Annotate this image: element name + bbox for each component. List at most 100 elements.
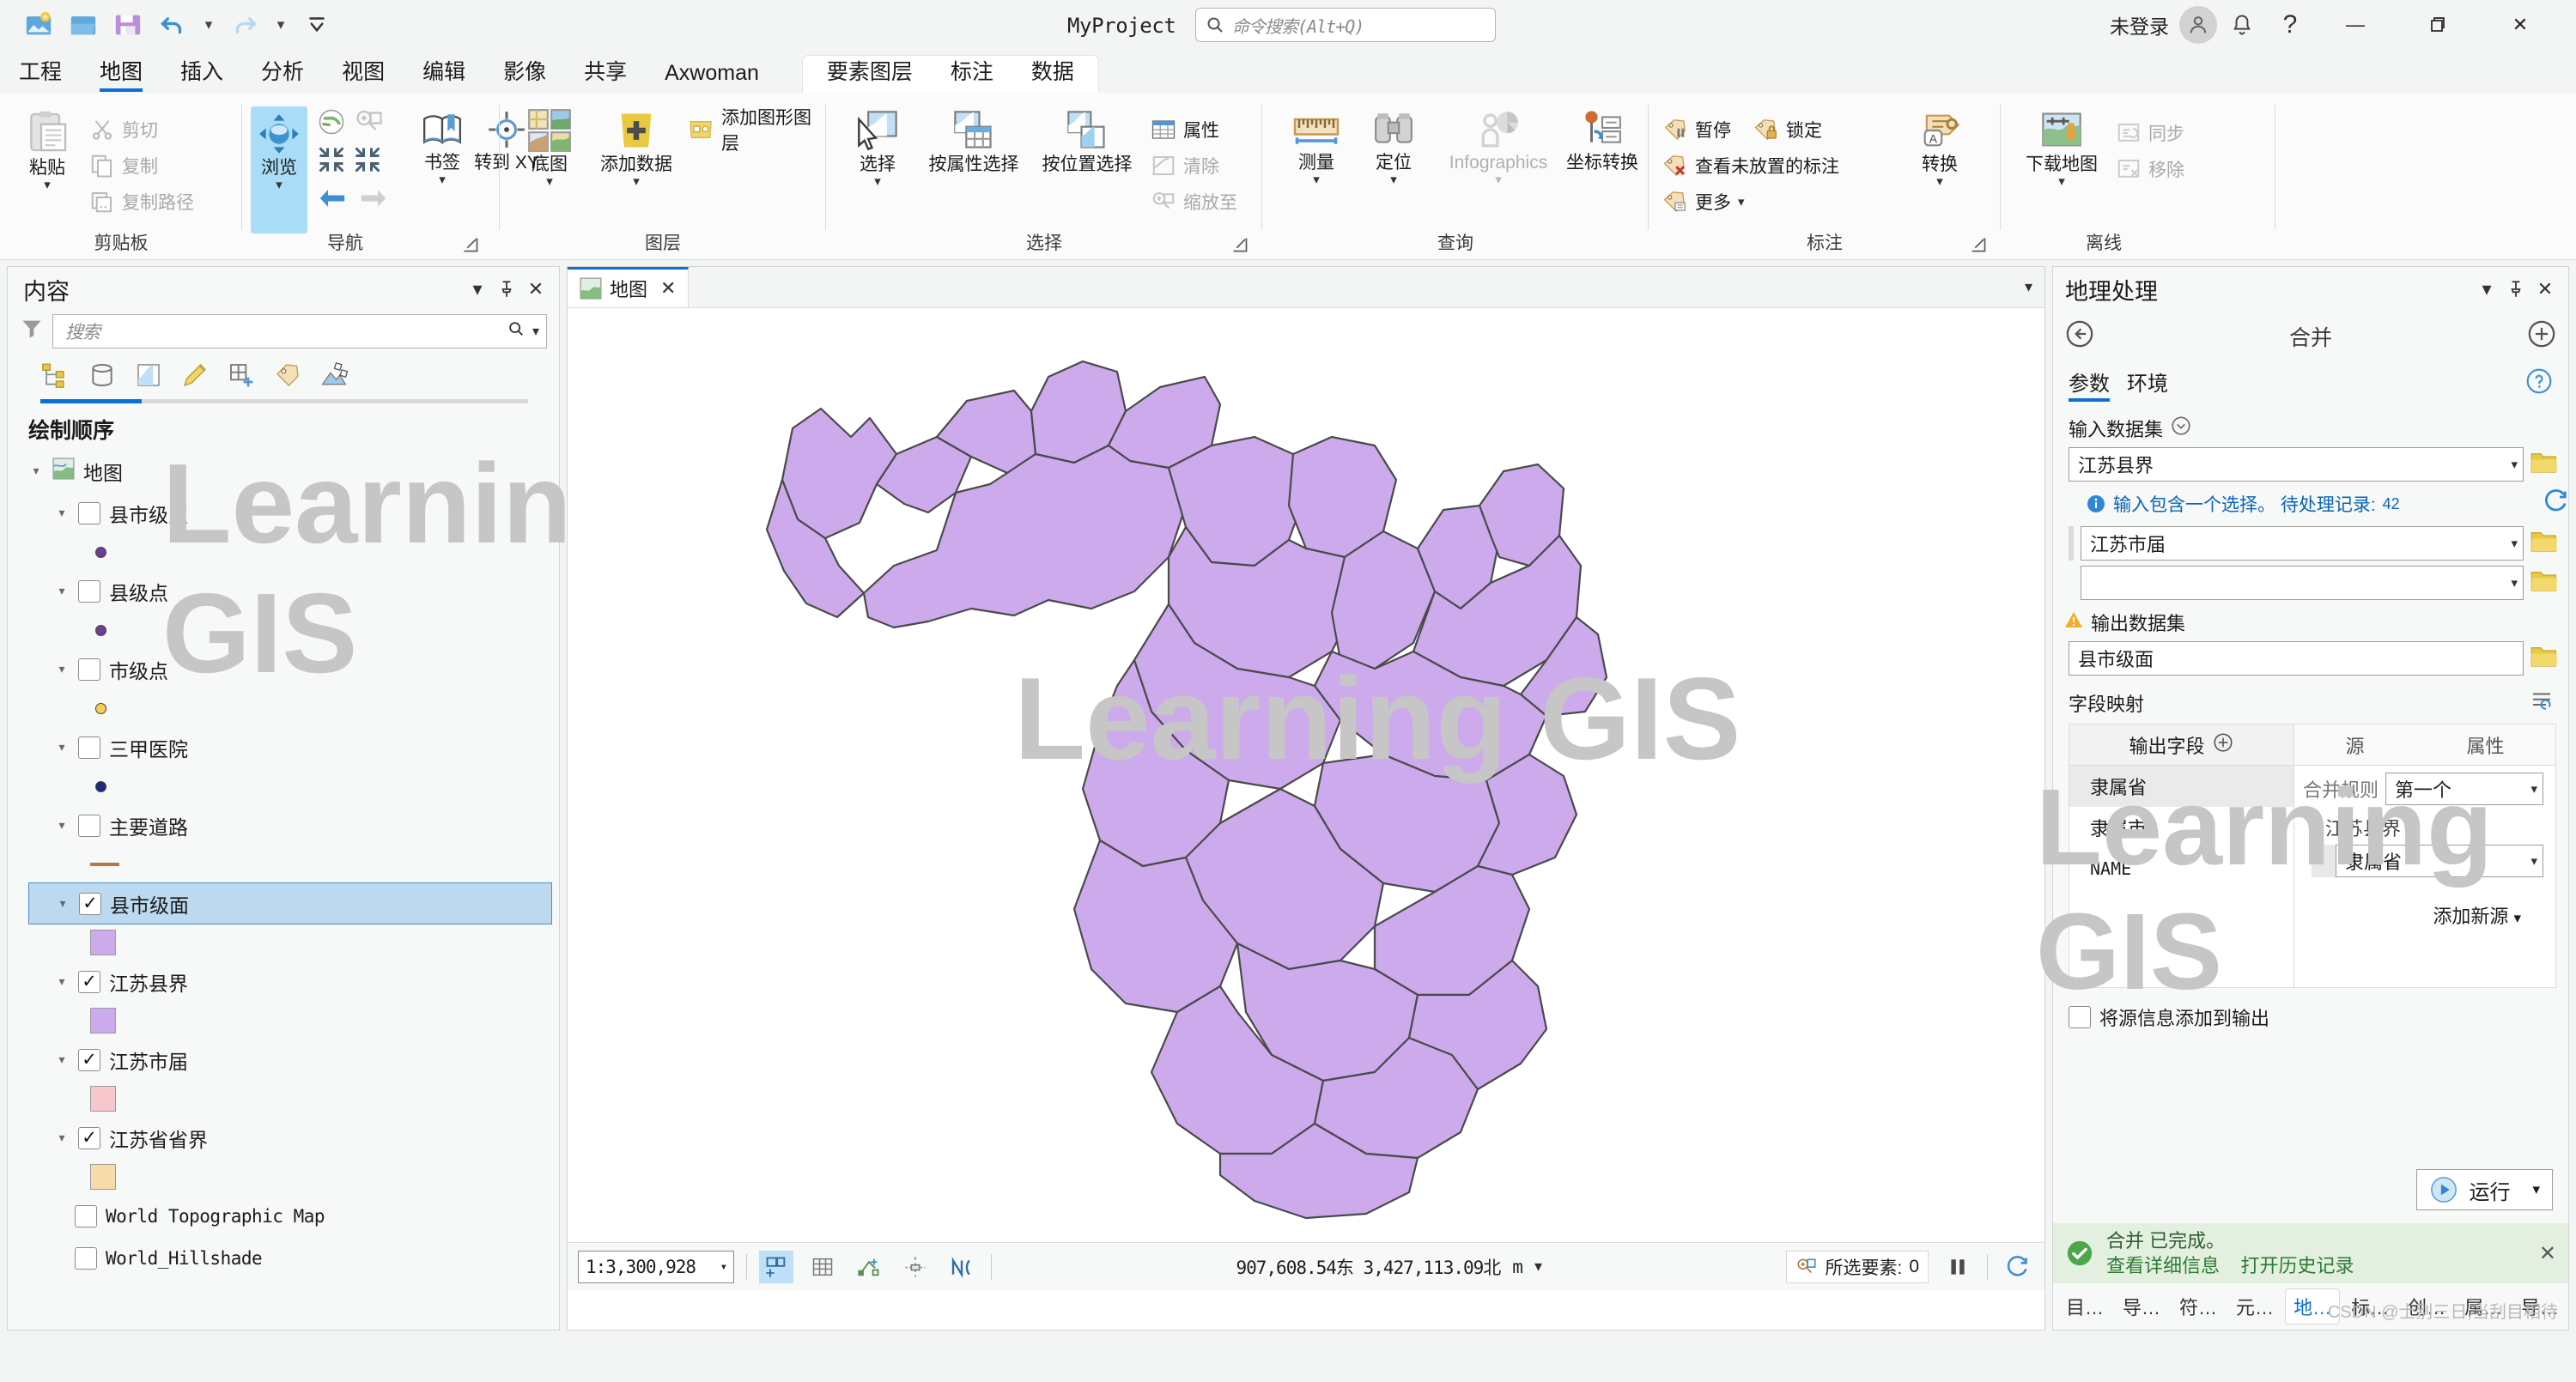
chevron-down-icon[interactable]: ▾	[2511, 457, 2518, 472]
zoom-to-selection-button[interactable]: 缩放至	[1151, 184, 1237, 220]
layer-item-shijidian[interactable]: ▾ 市级点	[21, 648, 559, 690]
open-project-icon[interactable]	[64, 7, 103, 43]
select-button[interactable]: 选择 ▾	[841, 108, 914, 188]
add-field-icon[interactable]	[2212, 731, 2234, 759]
locate-button[interactable]: 定位 ▾	[1357, 108, 1431, 186]
map-scale-input[interactable]: 1:3,300,928 ▾	[578, 1251, 734, 1283]
infographics-button[interactable]: Infographics ▾	[1434, 108, 1563, 186]
expand-arrow-icon[interactable]: ▾	[54, 1052, 70, 1068]
add-data-button[interactable]: 添加数据 ▾	[589, 108, 683, 188]
fixed-zoom-in-icon[interactable]	[316, 144, 347, 180]
layer-item-world-hillshade[interactable]: World_Hillshade	[21, 1237, 559, 1279]
list-by-selection-icon[interactable]	[135, 361, 162, 395]
layer-checkbox[interactable]: ✓	[78, 1127, 100, 1149]
field-map-row-name[interactable]: NAME	[2069, 848, 2293, 889]
expand-arrow-icon[interactable]: ▾	[54, 662, 70, 677]
layer-checkbox[interactable]	[75, 1205, 97, 1227]
fixed-zoom-out-icon[interactable]	[352, 144, 383, 180]
tab-view[interactable]: 视图	[323, 52, 404, 93]
add-data-dropdown-icon[interactable]: ▾	[633, 175, 640, 188]
snapping-icon[interactable]	[852, 1251, 886, 1283]
paste-dropdown-icon[interactable]: ▾	[44, 179, 51, 191]
select-by-attributes-button[interactable]: 按属性选择	[919, 108, 1029, 175]
tab-data[interactable]: 数据	[1012, 52, 1093, 93]
chevron-down-icon[interactable]: ▾	[2530, 853, 2537, 869]
expand-arrow-icon[interactable]: ▾	[54, 1130, 70, 1146]
list-by-drawing-order-icon[interactable]	[40, 361, 70, 395]
tab-axwoman[interactable]: Axwoman	[646, 58, 778, 93]
view-details-link[interactable]: 查看详细信息	[2106, 1255, 2220, 1276]
map-tab-overflow-icon[interactable]: ▾	[2025, 267, 2044, 307]
tab-labeling[interactable]: 标注	[932, 52, 1012, 93]
vertex-icon[interactable]	[898, 1251, 933, 1283]
tab-project[interactable]: 工程	[0, 52, 81, 93]
selected-features-status[interactable]: 所选要素: 0	[1786, 1251, 1929, 1283]
window-minimize-button[interactable]: —	[2315, 0, 2396, 50]
layer-item-xianshijidian[interactable]: ▾ 县市级点	[21, 492, 559, 534]
list-by-data-source-icon[interactable]	[88, 361, 116, 395]
paste-button[interactable]: 粘贴 ▾	[12, 108, 82, 191]
chevron-down-icon[interactable]: ▾	[2530, 781, 2537, 797]
chevron-down-icon[interactable]: ▾	[2511, 536, 2518, 551]
refresh-icon[interactable]	[2000, 1251, 2034, 1283]
redo-icon[interactable]	[225, 7, 264, 43]
labeling-dialog-launcher[interactable]	[1970, 236, 1987, 253]
tab-map[interactable]: 地图	[81, 52, 161, 93]
save-project-icon[interactable]	[108, 7, 148, 43]
layer-checkbox[interactable]	[78, 736, 100, 759]
bottom-tab-catalog[interactable]: 目…	[2058, 1289, 2111, 1324]
list-by-editing-icon[interactable]	[181, 361, 209, 395]
cut-button[interactable]: 剪切	[89, 112, 194, 148]
convert-labels-button[interactable]: A 转换 ▾	[1903, 108, 1977, 188]
list-by-labeling-icon[interactable]	[274, 361, 301, 395]
previous-extent-icon[interactable]	[316, 184, 349, 218]
tab-environments[interactable]: 环境	[2127, 367, 2168, 402]
contents-close-icon[interactable]: ✕	[521, 275, 550, 304]
full-extent-icon[interactable]	[316, 106, 347, 142]
view-unplaced-labels-button[interactable]: 查看未放置的标注	[1662, 148, 1839, 184]
chevron-down-icon[interactable]: ▾	[2511, 575, 2518, 591]
selected-features-tool-icon[interactable]	[759, 1251, 793, 1283]
copy-button[interactable]: 复制	[89, 148, 194, 184]
contents-menu-icon[interactable]: ▾	[463, 275, 492, 304]
map-tab-close-icon[interactable]: ✕	[660, 277, 676, 300]
tab-analysis[interactable]: 分析	[242, 52, 323, 93]
select-dropdown-icon[interactable]: ▾	[874, 175, 881, 188]
help-icon[interactable]	[2525, 367, 2553, 400]
clear-selection-button[interactable]: 清除	[1151, 148, 1237, 184]
window-close-button[interactable]: ✕	[2480, 0, 2561, 50]
basemap-button[interactable]: 底图 ▾	[515, 108, 584, 188]
list-by-snapping-icon[interactable]	[228, 361, 255, 395]
input-dataset-combo-3[interactable]: ▾	[2081, 566, 2524, 600]
add-new-source-button[interactable]: 添加新源 ▾	[2303, 877, 2543, 929]
customize-qat-icon[interactable]	[297, 7, 337, 43]
layer-item-world-topographic-map[interactable]: World Topographic Map	[21, 1195, 559, 1237]
plus-circle-icon[interactable]	[2527, 319, 2556, 354]
redo-dropdown-icon[interactable]: ▾	[270, 8, 292, 42]
geoprocessing-pin-icon[interactable]	[2501, 275, 2530, 304]
layer-item-zhuyaodaolu[interactable]: ▾ 主要道路	[21, 804, 559, 846]
search-dropdown-icon[interactable]: ▾	[532, 323, 539, 340]
layer-checkbox[interactable]	[78, 815, 100, 837]
layer-checkbox[interactable]	[78, 658, 100, 681]
layer-item-jiangsushengjie[interactable]: ▾ ✓ 江苏省省界	[21, 1117, 559, 1159]
tab-edit[interactable]: 编辑	[404, 52, 484, 93]
bottom-tab-symbology[interactable]: 符…	[2172, 1289, 2225, 1324]
selection-dialog-launcher[interactable]	[1231, 236, 1249, 253]
search-icon[interactable]	[507, 319, 526, 343]
bookmarks-dropdown-icon[interactable]: ▾	[439, 173, 446, 186]
bookmarks-button[interactable]: 书签 ▾	[410, 108, 474, 186]
more-labeling-dropdown-icon[interactable]: ▾	[1738, 196, 1745, 209]
success-close-icon[interactable]: ✕	[2539, 1241, 2556, 1266]
pause-labeling-button[interactable]: 暂停	[1662, 112, 1731, 148]
layer-item-sanjiayiyuan[interactable]: ▾ 三甲医院	[21, 726, 559, 768]
locate-dropdown-icon[interactable]: ▾	[1390, 173, 1397, 186]
copy-path-button[interactable]: 复制路径	[89, 184, 194, 220]
select-by-location-button[interactable]: 按位置选择	[1032, 108, 1142, 175]
layer-item-jiangsushijie[interactable]: ▾ ✓ 江苏市届	[21, 1039, 559, 1081]
tab-share[interactable]: 共享	[565, 52, 646, 93]
field-map-row-lishushi[interactable]: 隶属市	[2069, 807, 2293, 848]
tab-parameters[interactable]: 参数	[2069, 367, 2110, 402]
expand-arrow-icon[interactable]: ▾	[54, 506, 70, 521]
coordinate-units-dropdown-icon[interactable]: ▾	[1534, 1258, 1542, 1276]
